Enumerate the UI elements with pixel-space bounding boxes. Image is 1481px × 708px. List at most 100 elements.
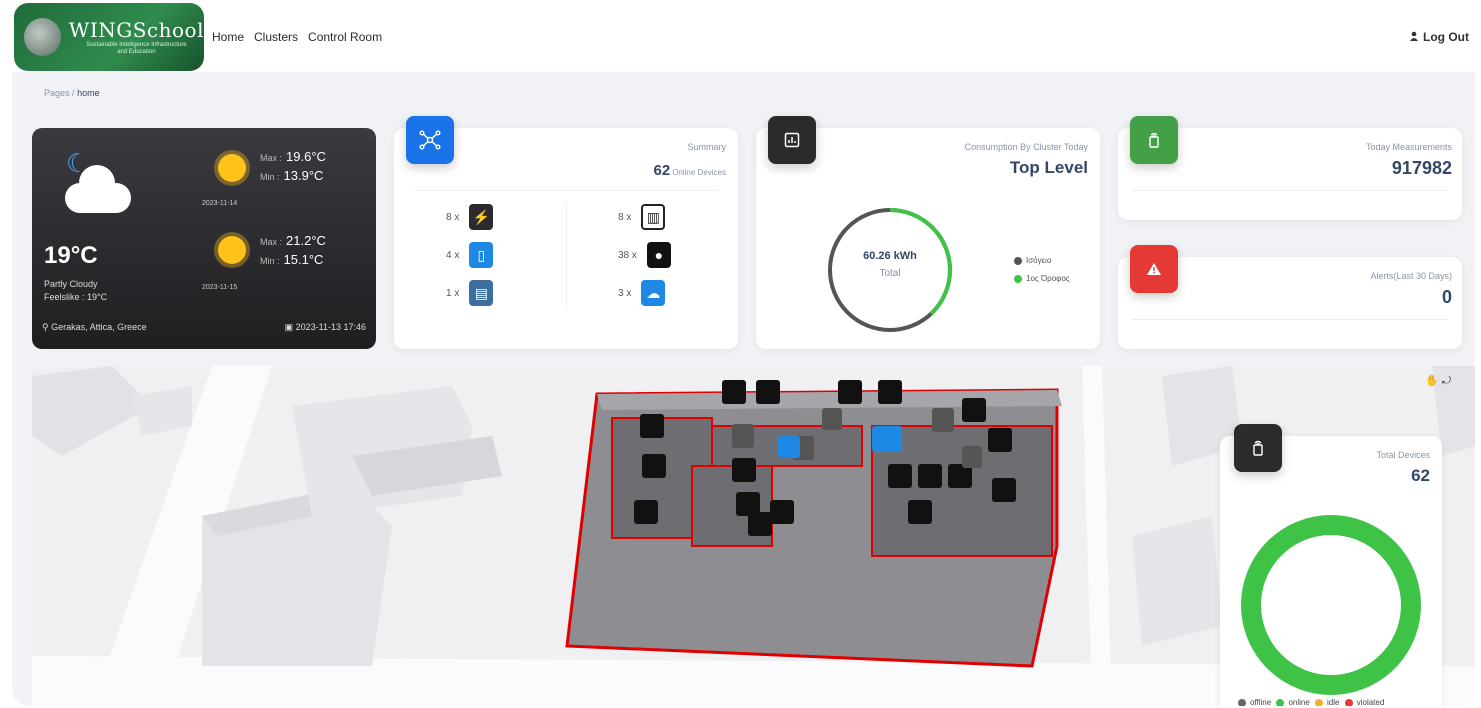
device-waste-bin[interactable]: 4 x ▯: [394, 240, 566, 270]
chart-icon: [768, 116, 816, 164]
energy-meter-icon: ⚡: [469, 204, 494, 230]
device-marker[interactable]: [642, 454, 666, 478]
wingschool-logo[interactable]: WINGSchool Sustainable Intelligence Infr…: [14, 3, 204, 71]
status-legend: offline online idle violated: [1238, 698, 1384, 706]
legend-online[interactable]: online: [1273, 698, 1310, 706]
forecast-1-min: 13.9°C: [283, 168, 324, 183]
forecast-day-1: Max :19.6°C Min :13.9°C: [260, 149, 326, 183]
logo-title: WINGSchool: [68, 18, 204, 42]
cluster-level[interactable]: Top Level: [1010, 158, 1088, 178]
measurements-value: 917982: [1391, 158, 1452, 178]
donut-online: [1241, 515, 1421, 695]
device-marker[interactable]: [992, 478, 1016, 502]
online-devices-count: 62 Online Devices: [653, 162, 727, 179]
cloud-icon: [65, 165, 131, 213]
consumption-total: 60.26 kWh: [863, 250, 917, 262]
summary-card: Summary 62 Online Devices 8 x ⚡ 8 x ▥ 4 x ▯ …: [394, 116, 738, 349]
breadcrumb-current: home: [77, 88, 100, 98]
logout-button[interactable]: Log Out: [1409, 30, 1469, 44]
waste-bin-icon: ▯: [469, 242, 494, 268]
pan-hand-icon[interactable]: ✋: [1425, 375, 1439, 387]
total-devices-donut: [1241, 515, 1421, 695]
device-marker[interactable]: [918, 464, 942, 488]
device-marker[interactable]: [770, 500, 794, 524]
calendar-icon: ▣: [284, 322, 296, 332]
consumption-total-label: Total: [879, 268, 901, 279]
device-marker[interactable]: [988, 428, 1012, 452]
top-navbar: WINGSchool Sustainable Intelligence Infr…: [12, 0, 1475, 72]
device-smart-plug[interactable]: 38 x ●: [566, 240, 738, 270]
user-icon: [1409, 30, 1419, 44]
logo-emblem-icon: [24, 18, 61, 56]
device-marker[interactable]: [932, 408, 954, 432]
device-gateway[interactable]: 8 x ▥: [566, 202, 738, 232]
network-icon: [406, 116, 454, 164]
alerts-title: Alerts(Last 30 Days): [1370, 271, 1452, 281]
rotate-icon[interactable]: ⤾: [1442, 375, 1451, 387]
sensor-icon: [1130, 116, 1178, 164]
forecast-2-date: 2023-11-15: [202, 284, 238, 291]
alerts-card: Alerts(Last 30 Days) 0: [1118, 245, 1462, 349]
device-marker[interactable]: [722, 380, 746, 404]
forecast-1-max: 19.6°C: [286, 149, 326, 164]
legend-violated[interactable]: violated: [1342, 698, 1384, 706]
sensor-icon: [1234, 424, 1282, 472]
app-frame: WINGSchool Sustainable Intelligence Infr…: [12, 0, 1475, 706]
device-marker[interactable]: [838, 380, 862, 404]
device-marker[interactable]: [878, 380, 902, 404]
device-marker[interactable]: [640, 414, 664, 438]
breadcrumb-root[interactable]: Pages: [44, 88, 70, 98]
forecast-2-max: 21.2°C: [286, 233, 326, 248]
device-weather-station[interactable]: 3 x ☁: [566, 278, 738, 308]
weather-condition: Partly Cloudy: [44, 279, 98, 289]
device-marker[interactable]: [756, 380, 780, 404]
device-marker[interactable]: [888, 464, 912, 488]
device-water-tank[interactable]: 1 x ▤: [394, 278, 566, 308]
device-type-grid: 8 x ⚡ 8 x ▥ 4 x ▯ 38 x ● 1 x ▤ 3 x ☁: [394, 202, 738, 308]
nav-control-room[interactable]: Control Room: [308, 30, 382, 44]
smart-plug-icon: ●: [646, 242, 671, 268]
device-marker[interactable]: [732, 424, 754, 448]
summary-title: Summary: [687, 142, 726, 152]
legend-ground-floor[interactable]: Ισόγειο: [1014, 252, 1070, 270]
nav-clusters[interactable]: Clusters: [254, 30, 298, 44]
measurements-card: Today Measurements 917982: [1118, 116, 1462, 220]
device-marker[interactable]: [634, 500, 658, 524]
main-nav: Home Clusters Control Room: [212, 30, 382, 44]
legend-idle[interactable]: idle: [1312, 698, 1339, 706]
feels-like: Feelslike : 19°C: [44, 292, 108, 302]
device-energy-meter[interactable]: 8 x ⚡: [394, 202, 566, 232]
gateway-icon: ▥: [641, 204, 666, 230]
forecast-1-date: 2023-11-14: [202, 200, 238, 207]
device-marker[interactable]: [962, 446, 982, 468]
device-marker[interactable]: [822, 408, 842, 430]
logout-label: Log Out: [1423, 30, 1469, 44]
device-marker[interactable]: [748, 512, 772, 536]
map-controls: ✋ ⤾: [1425, 374, 1451, 388]
current-temperature: 19°C: [44, 242, 98, 269]
location-pin-icon: ⚲: [42, 322, 52, 332]
breadcrumb: Pages / home: [44, 88, 100, 98]
consumption-legend: Ισόγειο 1ος Όροφος: [1014, 252, 1070, 288]
building-map[interactable]: ✋ ⤾ Total Devices 62 offline online idle…: [32, 366, 1475, 706]
legend-first-floor[interactable]: 1ος Όροφος: [1014, 270, 1070, 288]
water-tank-icon: ▤: [469, 280, 494, 306]
consumption-card: Consumption By Cluster Today Top Level 6…: [756, 116, 1100, 349]
sun-icon: [218, 154, 246, 182]
device-marker[interactable]: [908, 500, 932, 524]
device-marker[interactable]: [732, 458, 756, 482]
device-marker-waste-bin[interactable]: [872, 426, 902, 452]
datetime: ▣ 2023-11-13 17:46: [284, 322, 366, 332]
total-devices-value: 62: [1411, 466, 1430, 485]
device-marker-weather[interactable]: [778, 436, 800, 458]
measurements-title: Today Measurements: [1365, 142, 1452, 152]
alerts-value: 0: [1441, 287, 1452, 307]
logo-subtitle: Sustainable Intelligence Infrastructure: [86, 42, 187, 48]
nav-home[interactable]: Home: [212, 30, 244, 44]
total-devices-title: Total Devices: [1376, 450, 1430, 460]
weather-station-icon: ☁: [641, 280, 666, 306]
device-marker[interactable]: [962, 398, 986, 422]
forecast-day-2: Max :21.2°C Min :15.1°C: [260, 233, 326, 267]
legend-offline[interactable]: offline: [1238, 698, 1271, 706]
weather-card: ☾ 19°C Partly Cloudy Feelslike : 19°C Ma…: [32, 128, 376, 349]
